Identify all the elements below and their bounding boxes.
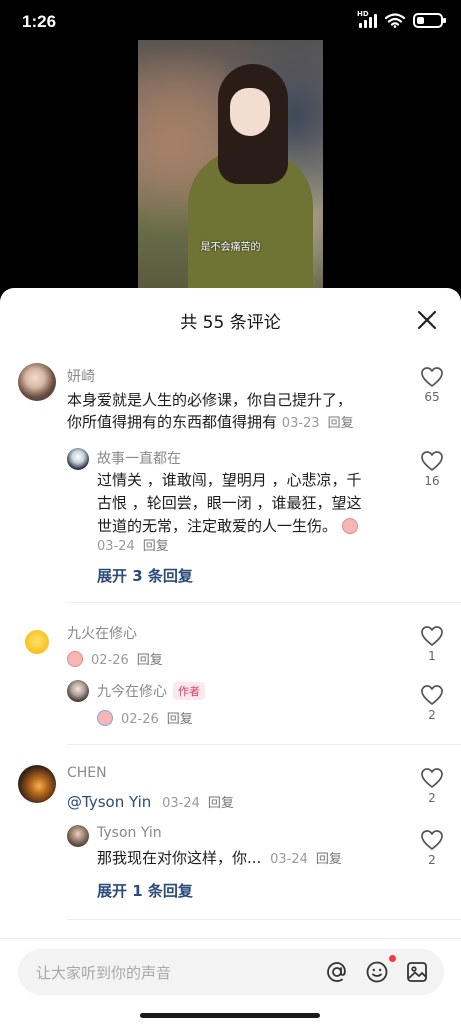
comment-text: 本身爱就是人生的必修课，你自己提升了， 你所值得拥有的东西都值得拥有 03-23… — [67, 389, 412, 435]
comment-meta: 03-24 回复 — [162, 796, 234, 811]
like-count: 2 — [428, 708, 436, 722]
comment-text: @Tyson Yin 03-24 回复 — [67, 791, 234, 815]
reply-text-line-end: 世道的无常，注定敢爱的人一生伤。 — [97, 517, 338, 535]
expand-replies-button[interactable]: 展开 1 条回复 — [97, 880, 193, 901]
reply-author[interactable]: 故事一直都在 — [97, 448, 181, 468]
comment-count-title: 共 55 条评论 — [180, 313, 281, 333]
status-time: 1:26 — [22, 12, 57, 31]
pig-emoji-icon — [341, 518, 358, 534]
reply-meta: 02-26 回复 — [97, 708, 193, 727]
comment-meta: 03-23 回复 — [282, 416, 354, 431]
pig-emoji-icon — [67, 651, 83, 667]
avatar[interactable] — [25, 630, 49, 654]
like-button[interactable]: 2 — [417, 684, 447, 722]
like-count: 16 — [424, 474, 440, 488]
video-subtitle: 是不会痛苦的 — [200, 242, 261, 253]
reply-text-content: 那我现在对你这样，你... — [97, 849, 262, 867]
comment-date: 03-24 — [162, 796, 200, 811]
status-icons: HD — [357, 10, 446, 28]
like-button[interactable]: 16 — [417, 450, 447, 488]
comment-input-placeholder[interactable]: 让大家听到你的声音 — [36, 962, 171, 983]
heart-icon — [421, 685, 443, 705]
comment-meta: 02-26 回复 — [67, 649, 163, 668]
emoji-icon[interactable] — [365, 960, 389, 984]
like-button[interactable]: 2 — [417, 767, 447, 805]
like-button[interactable]: 2 — [417, 829, 447, 867]
heart-icon — [421, 626, 443, 646]
like-count: 2 — [428, 791, 436, 805]
heart-icon — [421, 367, 443, 387]
comment-date: 02-26 — [91, 653, 129, 668]
comment-input-bar[interactable]: 让大家听到你的声音 — [18, 949, 444, 995]
battery-icon — [413, 13, 446, 28]
reply-meta: 03-24 回复 — [97, 535, 169, 554]
image-icon[interactable] — [405, 960, 429, 984]
mention-link[interactable]: @Tyson Yin — [67, 793, 151, 811]
close-icon[interactable] — [416, 309, 438, 331]
network-label: HD — [357, 9, 369, 18]
heart-icon — [421, 830, 443, 850]
avatar[interactable] — [18, 363, 56, 401]
like-count: 65 — [424, 390, 440, 404]
reply-button[interactable]: 回复 — [137, 653, 163, 668]
divider — [66, 744, 461, 745]
expand-replies-button[interactable]: 展开 3 条回复 — [97, 565, 193, 586]
at-mention-icon[interactable] — [325, 960, 349, 984]
reply-button[interactable]: 回复 — [167, 712, 193, 727]
avatar[interactable] — [18, 765, 56, 803]
reply-text-line: 过情关 ，谁敢闯，望明月 ，心悲凉，千 — [97, 471, 362, 489]
reply-button[interactable]: 回复 — [328, 416, 354, 431]
divider — [66, 919, 461, 920]
author-badge: 作者 — [173, 682, 205, 700]
heart-icon — [421, 768, 443, 788]
comment-author[interactable]: 妍崎 — [67, 366, 95, 386]
comment-text-line: 你所值得拥有的东西都值得拥有 03-23 回复 — [67, 411, 412, 435]
input-divider — [0, 938, 461, 939]
reply-author[interactable]: Tyson Yin — [97, 825, 162, 841]
like-button[interactable]: 65 — [417, 366, 447, 404]
avatar[interactable] — [67, 825, 89, 847]
reply-button[interactable]: 回复 — [143, 539, 169, 554]
comment-author[interactable]: 九火在修心 — [67, 623, 137, 643]
video-figure-face — [230, 88, 270, 136]
signal-icon: HD — [357, 10, 377, 28]
reply-date: 02-26 — [121, 712, 159, 727]
reply-author: 九今在修心 作者 — [97, 681, 205, 701]
reply-date: 03-24 — [270, 852, 308, 867]
comment-date: 03-23 — [281, 416, 320, 431]
avatar[interactable] — [67, 448, 89, 470]
notification-dot — [389, 955, 396, 962]
reply-text-line: 古恨 ，轮回尝，眼一闭 ，谁最狂，望这 — [97, 494, 362, 512]
like-count: 1 — [428, 649, 436, 663]
reply-button[interactable]: 回复 — [208, 796, 234, 811]
divider — [66, 602, 461, 603]
reply-author-name[interactable]: 九今在修心 — [97, 684, 167, 700]
reply-date: 03-24 — [97, 539, 135, 554]
home-indicator[interactable] — [140, 1013, 320, 1018]
like-count: 2 — [428, 853, 436, 867]
like-button[interactable]: 1 — [417, 625, 447, 663]
reply-text: 过情关 ，谁敢闯，望明月 ，心悲凉，千 古恨 ，轮回尝，眼一闭 ，谁最狂，望这 … — [97, 469, 397, 538]
comment-text-line-end: 你所值得拥有的东西都值得拥有 — [67, 413, 278, 431]
heart-icon — [421, 451, 443, 471]
reply-meta: 03-24 回复 — [270, 852, 342, 867]
comment-text-line: 本身爱就是人生的必修课，你自己提升了， — [67, 391, 353, 409]
avatar[interactable] — [67, 680, 89, 702]
reply-text: 那我现在对你这样，你... 03-24 回复 — [97, 847, 342, 871]
video-player[interactable]: 是不会痛苦的 — [138, 40, 323, 292]
reply-button[interactable]: 回复 — [316, 852, 342, 867]
comment-author[interactable]: CHEN — [67, 765, 107, 781]
comment-sheet: 共 55 条评论 妍崎 本身爱就是人生的必修课，你自己提升了， 你所值得拥有的东… — [0, 288, 461, 1024]
wifi-icon — [385, 13, 405, 28]
status-bar: 1:26 HD — [0, 0, 461, 44]
pig-emoji-icon — [97, 710, 113, 726]
